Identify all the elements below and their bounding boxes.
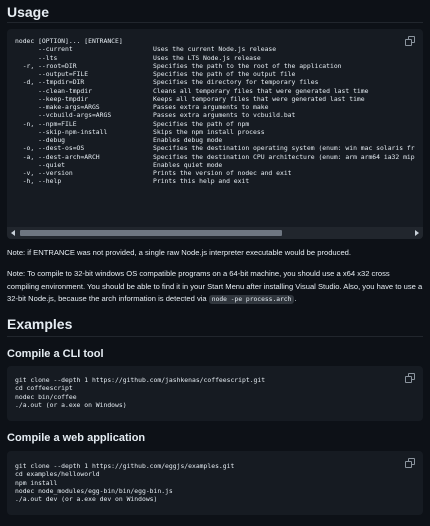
usage-option: --lts	[15, 53, 58, 62]
web-title: Compile a web application	[7, 432, 146, 444]
usage-row: --current Uses the current Node.js releas…	[15, 45, 423, 53]
usage-row: --make-args=ARGS Passes extra arguments t…	[15, 103, 423, 111]
cli-code: git clone --depth 1 https://github.com/j…	[15, 376, 266, 409]
inline-code: node -pe process.arch	[208, 295, 295, 304]
usage-row: --clean-tmpdir Cleans all temporary files…	[15, 87, 423, 95]
usage-row: --quiet Enables quiet mode	[15, 161, 423, 169]
usage-row: --skip-npm-install Skips the npm install …	[15, 128, 423, 136]
usage-description: Cleans all temporary files that were gen…	[153, 86, 369, 95]
usage-row: -o, --dest-os=OS Specifies the destinatio…	[15, 144, 423, 152]
usage-option: --output=FILE	[15, 70, 89, 78]
web-code: git clone --depth 1 https://github.com/e…	[15, 462, 235, 503]
usage-description: Prints this help and exit	[153, 177, 250, 186]
usage-row: -a, --dest-arch=ARCH Specifies the destin…	[15, 153, 423, 161]
copy-icon[interactable]	[405, 373, 415, 383]
usage-row: --vcbuild-args=ARGS Passes extra argument…	[15, 111, 423, 119]
usage-row: --debug Enables debug mode	[15, 136, 423, 144]
arrow-left-icon[interactable]	[11, 230, 15, 236]
usage-description: Keeps all temporary files that were gene…	[153, 94, 365, 103]
usage-description: Prints the version of nodec and exit	[153, 169, 292, 177]
usage-option: -o, --dest-os=OS	[15, 144, 85, 153]
copy-icon[interactable]	[405, 458, 415, 468]
usage-option: --make-args=ARGS	[15, 103, 100, 111]
usage-description: Specifies the path to the root of the ap…	[153, 61, 342, 70]
usage-option: nodec [OPTION]... [ENTRANCE]	[15, 37, 123, 45]
usage-option: --quiet	[15, 160, 66, 169]
scrollbar-thumb[interactable]	[20, 230, 282, 236]
usage-description: Skips the npm install process	[153, 127, 265, 136]
copy-icon[interactable]	[405, 36, 415, 46]
usage-option: --skip-npm-install	[15, 127, 108, 136]
examples-heading: Examples	[7, 316, 73, 332]
horizontal-scrollbar[interactable]	[7, 227, 423, 239]
usage-row: -h, --help Prints this help and exit	[15, 177, 423, 185]
cli-code-block: git clone --depth 1 https://github.com/j…	[7, 366, 423, 421]
usage-option: --clean-tmpdir	[15, 86, 92, 95]
usage-option: --current	[15, 45, 73, 54]
usage-option: -n, --npm=FILE	[15, 119, 77, 128]
usage-description: Enables quiet mode	[153, 160, 223, 169]
usage-description: Specifies the directory for temporary fi…	[153, 78, 319, 87]
usage-heading: Usage	[7, 4, 50, 20]
usage-row: --output=FILE Specifies the path of the o…	[15, 70, 423, 78]
usage-divider	[7, 22, 423, 23]
usage-description: Specifies the destination operating syst…	[153, 144, 415, 153]
usage-description: Specifies the path of npm	[153, 119, 250, 128]
usage-description: Passes extra arguments to vcbuild.bat	[153, 111, 296, 120]
usage-option: --debug	[15, 136, 66, 144]
usage-description: Uses the current Node.js release	[153, 45, 277, 54]
examples-divider	[7, 336, 423, 337]
usage-row: -n, --npm=FILE Specifies the path of npm	[15, 120, 423, 128]
note-32bit: Note: To compile to 32-bit windows OS co…	[7, 268, 423, 307]
usage-description: Specifies the destination CPU architectu…	[153, 152, 415, 161]
usage-option: --keep-tmpdir	[15, 94, 89, 103]
usage-option: -v, --version	[15, 169, 73, 177]
note-32bit-end: .	[294, 294, 297, 303]
usage-code-block: nodec [OPTION]... [ENTRANCE] --current Us…	[7, 29, 423, 239]
usage-row: --lts Uses the LTS Node.js release	[15, 54, 423, 62]
usage-code: nodec [OPTION]... [ENTRANCE] --current Us…	[15, 37, 423, 186]
usage-row: -r, --root=DIR Specifies the path to the …	[15, 62, 423, 70]
usage-row: -v, --version Prints the version of nodec…	[15, 169, 423, 177]
usage-description: Passes extra arguments to make	[153, 103, 269, 111]
usage-row: nodec [OPTION]... [ENTRANCE]	[15, 37, 423, 45]
usage-row: -d, --tmpdir=DIR Specifies the directory …	[15, 78, 423, 86]
usage-option: -r, --root=DIR	[15, 61, 77, 70]
usage-option: --vcbuild-args=ARGS	[15, 111, 112, 120]
cli-title: Compile a CLI tool	[7, 348, 104, 360]
usage-row: --keep-tmpdir Keeps all temporary files t…	[15, 95, 423, 103]
usage-description: Uses the LTS Node.js release	[153, 53, 261, 62]
usage-option: -a, --dest-arch=ARCH	[15, 152, 100, 161]
usage-description: Specifies the path of the output file	[153, 70, 296, 78]
arrow-right-icon[interactable]	[415, 230, 419, 236]
usage-option: -d, --tmpdir=DIR	[15, 78, 85, 87]
web-code-block: git clone --depth 1 https://github.com/e…	[7, 451, 423, 515]
usage-description: Enables debug mode	[153, 136, 223, 144]
note-entrance: Note: if ENTRANCE was not provided, a si…	[7, 248, 352, 257]
usage-option: -h, --help	[15, 177, 62, 186]
